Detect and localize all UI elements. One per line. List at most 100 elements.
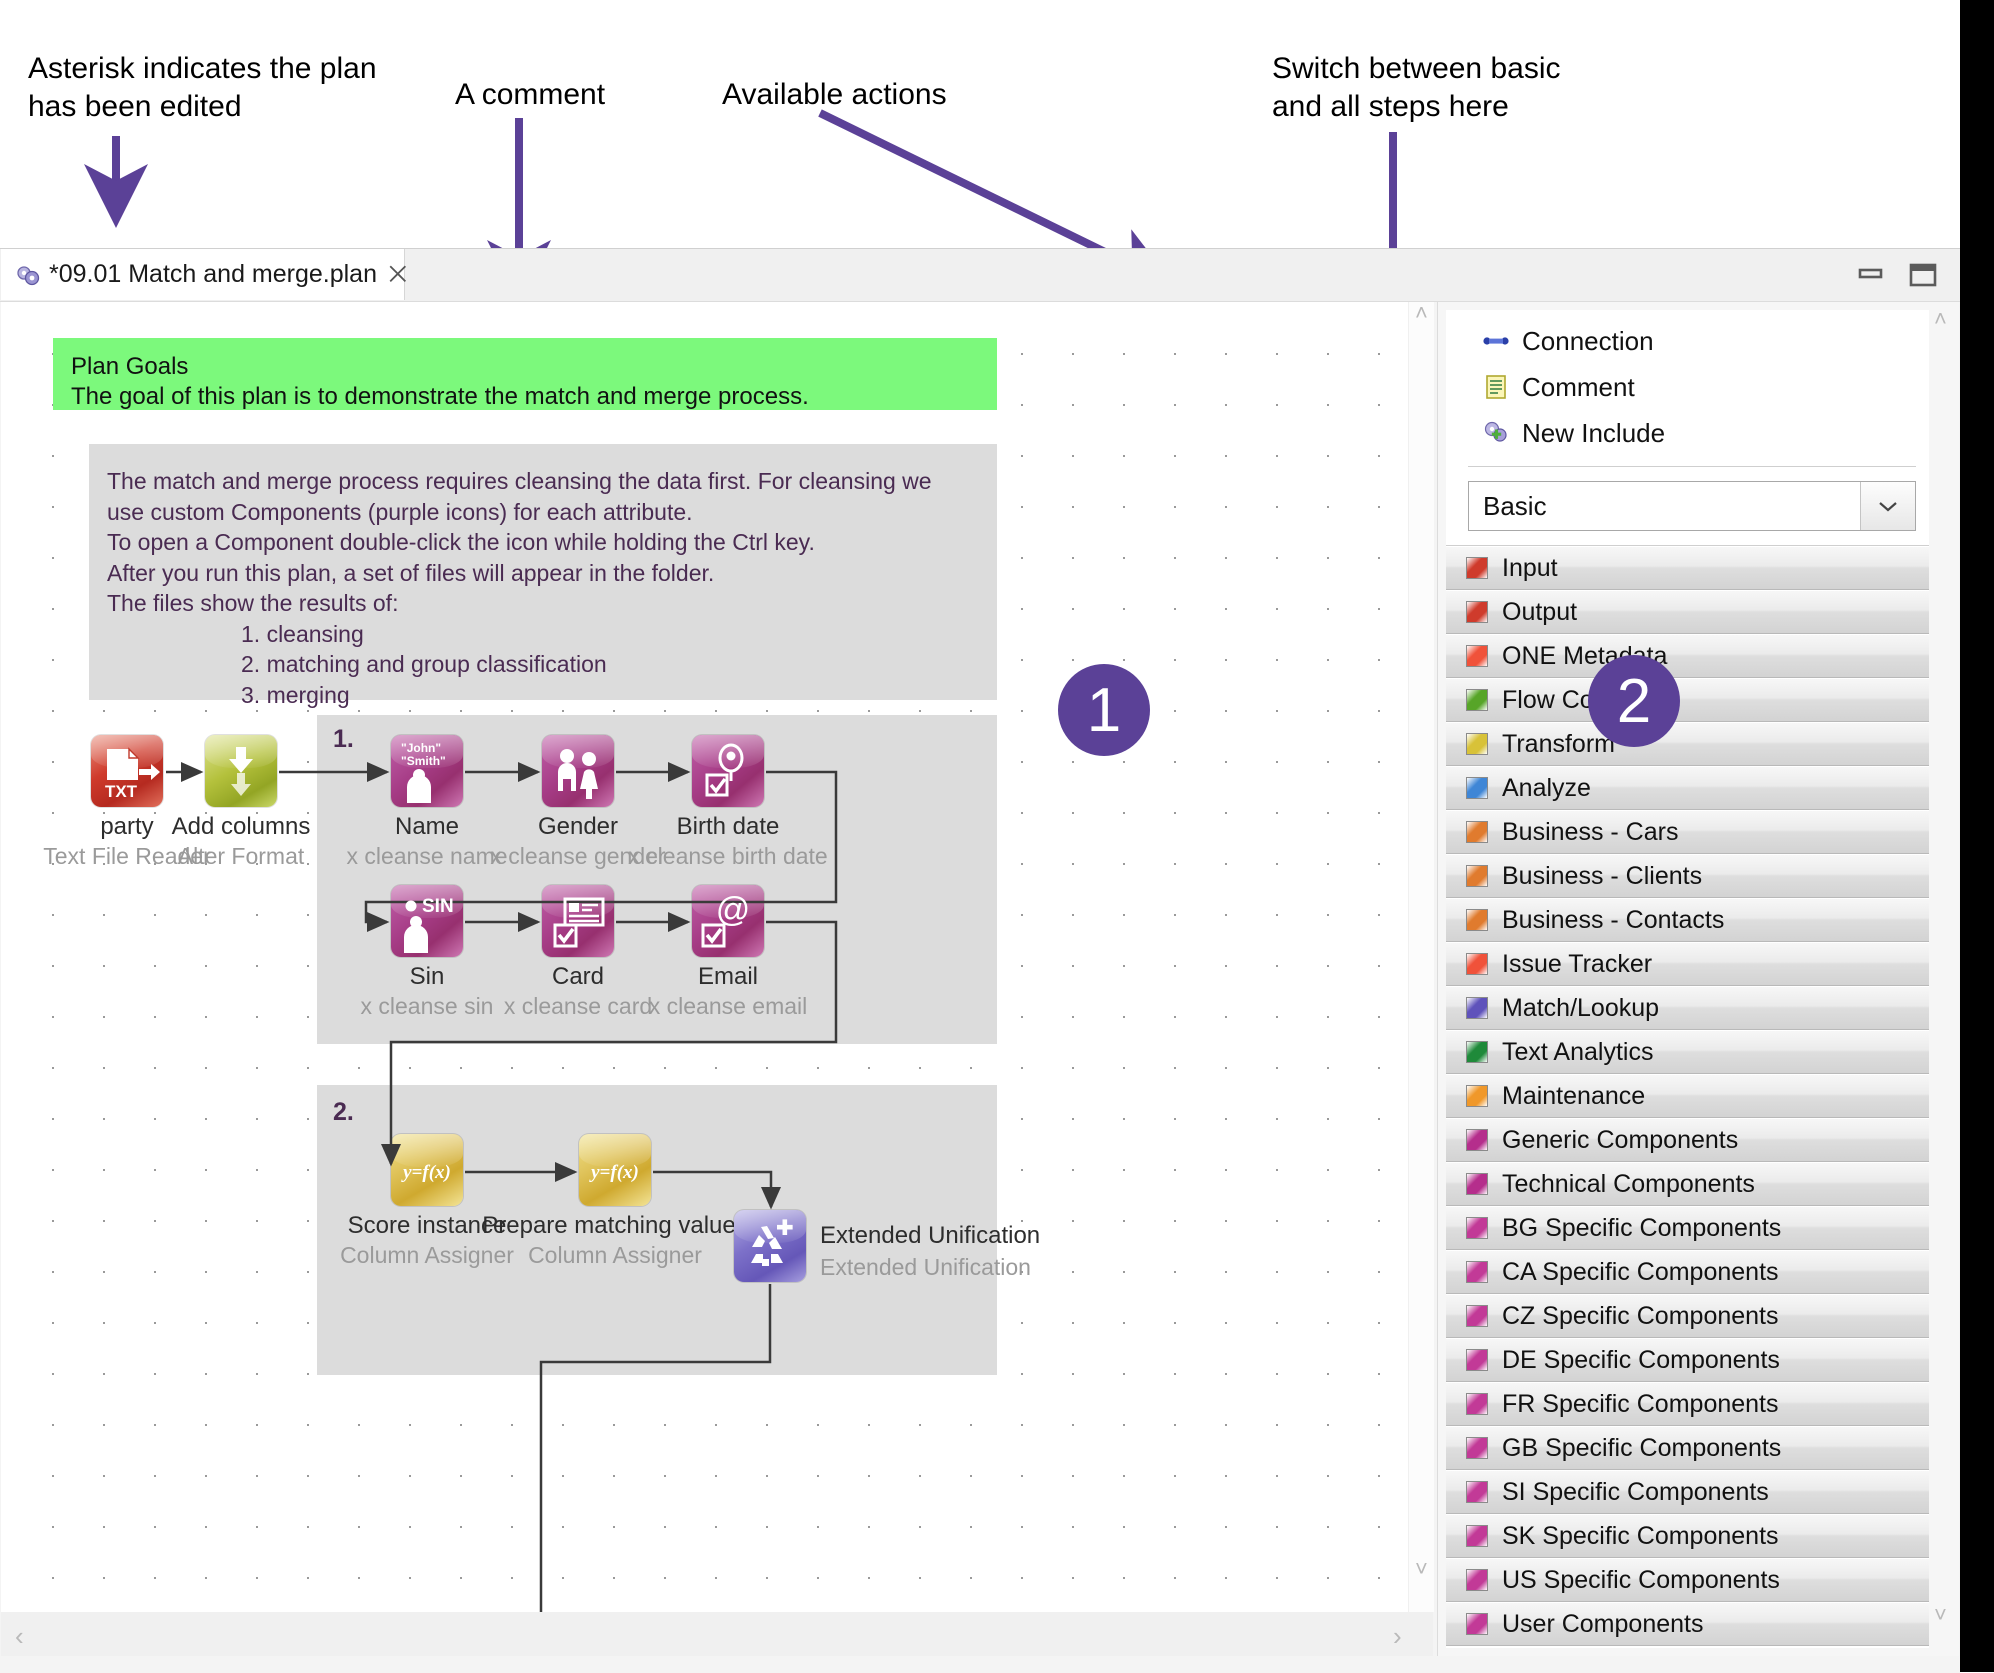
recycle-plus-icon — [734, 1210, 806, 1282]
palette-group-label: Issue Tracker — [1502, 949, 1653, 978]
palette-group-output[interactable]: Output — [1446, 590, 1938, 634]
column-assigner-icon: y=f(x) — [391, 1134, 463, 1206]
palette-group-si-specific-components[interactable]: SI Specific Components — [1446, 1470, 1938, 1514]
palette-action-connection[interactable]: Connection — [1446, 318, 1938, 364]
cleanse-gender-icon — [542, 735, 614, 807]
palette-group-label: SK Specific Components — [1502, 1521, 1779, 1550]
node-sin[interactable]: SIN Sin x cleanse sin — [361, 885, 493, 1019]
group-color-swatch — [1466, 645, 1488, 667]
node-add-columns[interactable]: Add columns Alter Format — [172, 735, 310, 869]
palette-group-generic-components[interactable]: Generic Components — [1446, 1118, 1938, 1162]
palette-group-fr-specific-components[interactable]: FR Specific Components — [1446, 1382, 1938, 1426]
scroll-left-icon[interactable]: ‹ — [15, 1621, 24, 1652]
node-card[interactable]: Card x cleanse card — [504, 885, 652, 1019]
svg-text:"John": "John" — [401, 741, 441, 755]
palette-group-user-components[interactable]: User Components — [1446, 1602, 1938, 1646]
group-color-swatch — [1466, 1305, 1488, 1327]
chevron-down-icon[interactable] — [1860, 482, 1915, 530]
palette-group-one-metadata[interactable]: ONE Metadata — [1446, 634, 1938, 678]
node-score-instance[interactable]: y=f(x) Score instance Column Assigner — [340, 1134, 514, 1268]
alter-format-icon — [205, 735, 277, 807]
group-color-swatch — [1466, 1261, 1488, 1283]
palette-group-cz-specific-components[interactable]: CZ Specific Components — [1446, 1294, 1938, 1338]
palette-group-label: Business - Clients — [1502, 861, 1703, 890]
plan-canvas[interactable]: Plan Goals The goal of this plan is to d… — [1, 302, 1433, 1612]
palette-group-match-lookup[interactable]: Match/Lookup — [1446, 986, 1938, 1030]
palette-group-business-cars[interactable]: Business - Cars — [1446, 810, 1938, 854]
node-birth-date[interactable]: Birth date x cleanse birth date — [628, 735, 828, 869]
palette-group-label: Generic Components — [1502, 1125, 1739, 1154]
palette-divider — [1468, 466, 1916, 467]
callout-badge-2: 2 — [1588, 655, 1680, 747]
group-color-swatch — [1466, 1173, 1488, 1195]
palette-vertical-scrollbar[interactable]: ˄ ˅ — [1929, 302, 1953, 1656]
palette-action-comment[interactable]: Comment — [1446, 364, 1938, 410]
palette-group-list[interactable]: Input Output ONE Metadata Flow Control Trans… — [1446, 546, 1938, 1646]
palette-scroll-down-icon[interactable]: ˅ — [1934, 1602, 1947, 1628]
palette-group-label: Technical Components — [1502, 1169, 1755, 1198]
palette-scroll-up-icon[interactable]: ˄ — [1934, 306, 1947, 332]
palette-group-label: Output — [1502, 597, 1578, 626]
palette-group-business-clients[interactable]: Business - Clients — [1446, 854, 1938, 898]
palette-group-text-analytics[interactable]: Text Analytics — [1446, 1030, 1938, 1074]
group-color-swatch — [1466, 557, 1488, 579]
palette-group-issue-tracker[interactable]: Issue Tracker — [1446, 942, 1938, 986]
cleanse-birthdate-icon — [692, 735, 764, 807]
palette-group-label: Transform — [1502, 729, 1615, 758]
palette-panel: Connection Comment New Include Basic Inp… — [1437, 302, 1959, 1656]
cleanse-card-icon — [542, 885, 614, 957]
maximize-icon[interactable] — [1908, 261, 1938, 289]
palette-group-label: SI Specific Components — [1502, 1477, 1769, 1506]
close-icon[interactable]: ⨉ — [389, 263, 407, 286]
node-extended-unification[interactable]: Extended Unification Extended Unificatio… — [734, 1210, 1040, 1282]
palette-group-input[interactable]: Input — [1446, 546, 1938, 590]
palette-group-maintenance[interactable]: Maintenance — [1446, 1074, 1938, 1118]
palette-group-label: Analyze — [1502, 773, 1591, 802]
group-color-swatch — [1466, 1041, 1488, 1063]
node-gender[interactable]: Gender x cleanse gender — [490, 735, 666, 869]
palette-action-label: New Include — [1522, 417, 1666, 448]
palette-group-us-specific-components[interactable]: US Specific Components — [1446, 1558, 1938, 1602]
group-color-swatch — [1466, 1217, 1488, 1239]
palette-group-label: US Specific Components — [1502, 1565, 1780, 1594]
palette-group-bg-specific-components[interactable]: BG Specific Components — [1446, 1206, 1938, 1250]
palette-group-de-specific-components[interactable]: DE Specific Components — [1446, 1338, 1938, 1382]
group-color-swatch — [1466, 1525, 1488, 1547]
tab-plan-editor[interactable]: *09.01 Match and merge.plan ⨉ — [1, 249, 407, 300]
minimize-icon[interactable] — [1856, 261, 1886, 287]
group-color-swatch — [1466, 909, 1488, 931]
svg-text:"Smith": "Smith" — [401, 754, 446, 768]
palette-mode-select[interactable]: Basic — [1468, 481, 1916, 531]
palette-group-gb-specific-components[interactable]: GB Specific Components — [1446, 1426, 1938, 1470]
node-email[interactable]: @ Email x cleanse email — [649, 885, 807, 1019]
palette-group-label: CA Specific Components — [1502, 1257, 1779, 1286]
cleanse-name-icon: "John" "Smith" — [391, 735, 463, 807]
node-name[interactable]: "John" "Smith" Name x cleanse name — [346, 735, 508, 869]
palette-group-label: Input — [1502, 553, 1558, 582]
palette-group-label: BG Specific Components — [1502, 1213, 1782, 1242]
palette-group-sk-specific-components[interactable]: SK Specific Components — [1446, 1514, 1938, 1558]
comment-note-icon — [1482, 373, 1510, 401]
palette-inner: Connection Comment New Include Basic Inp… — [1446, 310, 1938, 1648]
palette-group-ca-specific-components[interactable]: CA Specific Components — [1446, 1250, 1938, 1294]
tab-title: *09.01 Match and merge.plan — [49, 260, 377, 288]
group-color-swatch — [1466, 1437, 1488, 1459]
node-party[interactable]: TXT party Text File Reader — [43, 735, 211, 869]
palette-group-business-contacts[interactable]: Business - Contacts — [1446, 898, 1938, 942]
svg-text:SIN: SIN — [422, 896, 454, 917]
palette-group-flow-control[interactable]: Flow Control — [1446, 678, 1938, 722]
palette-group-analyze[interactable]: Analyze — [1446, 766, 1938, 810]
group-color-swatch — [1466, 689, 1488, 711]
svg-text:TXT: TXT — [105, 782, 138, 801]
palette-group-transform[interactable]: Transform — [1446, 722, 1938, 766]
palette-group-label: Text Analytics — [1502, 1037, 1654, 1066]
group-color-swatch — [1466, 733, 1488, 755]
node-prepare-matching-values[interactable]: y=f(x) Prepare matching values Column As… — [482, 1134, 748, 1268]
group-color-swatch — [1466, 1393, 1488, 1415]
palette-group-technical-components[interactable]: Technical Components — [1446, 1162, 1938, 1206]
canvas-horizontal-scrollbar[interactable]: ‹ › — [1, 1612, 1433, 1656]
palette-action-new-include[interactable]: New Include — [1446, 410, 1938, 456]
scroll-right-icon[interactable]: › — [1393, 1621, 1402, 1652]
palette-group-label: Maintenance — [1502, 1081, 1646, 1110]
tab-bar: *09.01 Match and merge.plan ⨉ — [0, 249, 1960, 302]
